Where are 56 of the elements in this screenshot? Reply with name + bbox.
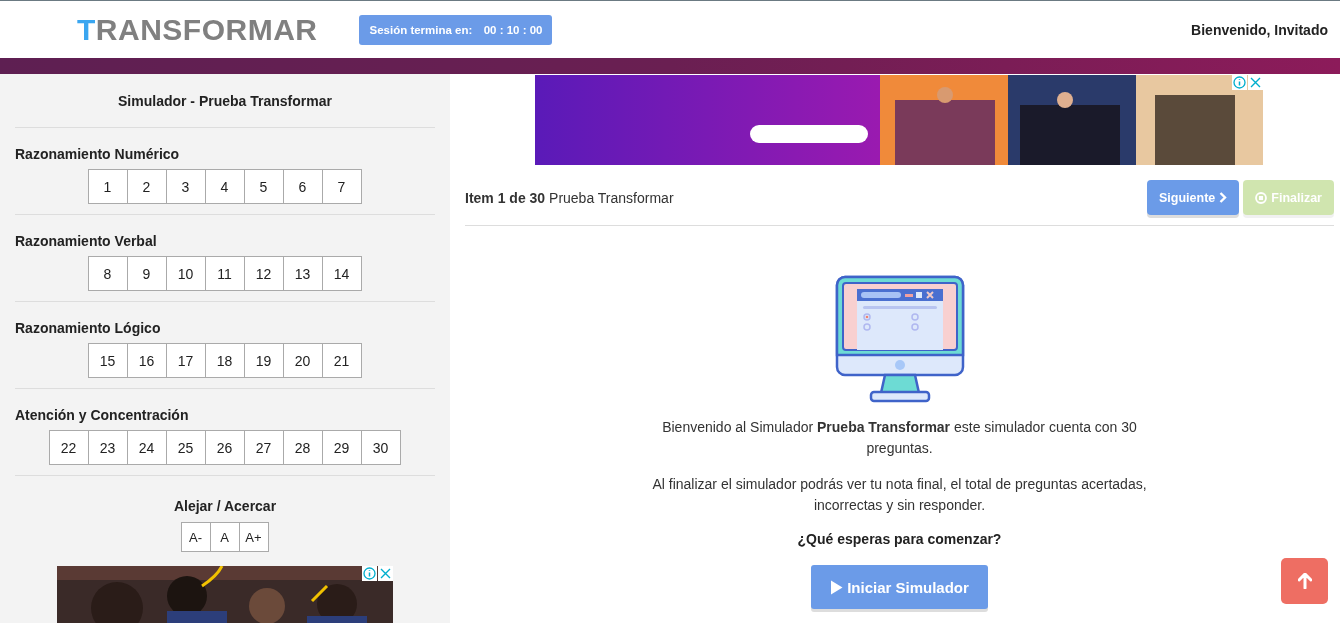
question-number-button[interactable]: 22 (48, 430, 89, 465)
question-number-button[interactable]: 5 (243, 169, 284, 204)
question-number-button[interactable]: 30 (360, 430, 401, 465)
question-text: ¿Qué esperas para comenzar? (797, 531, 1002, 547)
chevron-right-icon (1219, 192, 1228, 203)
question-number-button[interactable]: 7 (321, 169, 362, 204)
question-number-button[interactable]: 6 (282, 169, 323, 204)
section-heading: Razonamiento Numérico (15, 146, 181, 162)
stop-icon (1255, 191, 1268, 204)
info-icon[interactable] (1232, 75, 1247, 90)
session-timer: Sesión termina en: 00 : 10 : 00 (359, 14, 553, 45)
question-number-button[interactable]: 1 (87, 169, 128, 204)
intro-paragraph: Al finalizar el simulador podrás ver tu nota final, el total de preguntas acertadas, incorrectas y sin responder. (651, 475, 1148, 515)
section-heading: Razonamiento Verbal (15, 233, 158, 249)
question-number-button[interactable]: 17 (165, 343, 206, 378)
question-number-button[interactable]: 28 (282, 430, 323, 465)
logo: TRANSFORMAR (77, 12, 318, 47)
question-number-button[interactable]: 15 (87, 343, 128, 378)
question-number-button[interactable]: 21 (321, 343, 362, 378)
question-number-button[interactable]: 10 (165, 256, 206, 291)
question-number-button[interactable]: 8 (87, 256, 128, 291)
section-heading: Atención y Concentración (15, 407, 190, 423)
close-icon[interactable] (1248, 75, 1263, 90)
greeting: Bienvenido, Invitado (1191, 21, 1328, 38)
question-number-button[interactable]: 11 (204, 256, 245, 291)
play-icon (830, 579, 844, 595)
arrow-up-icon (1297, 573, 1312, 589)
question-number-button[interactable]: 24 (126, 430, 167, 465)
question-number-button[interactable]: 13 (282, 256, 323, 291)
question-number-button[interactable]: 2 (126, 169, 167, 204)
info-icon[interactable] (362, 566, 377, 581)
question-number-button[interactable]: 27 (243, 430, 284, 465)
font-size-button[interactable]: A+ (238, 522, 269, 552)
question-number-button[interactable]: 20 (282, 343, 323, 378)
sidebar-title: Simulador - Prueba Transformar (15, 74, 435, 128)
scroll-top-button[interactable] (1281, 558, 1328, 604)
section-heading: Razonamiento Lógico (15, 320, 162, 336)
computer-monitor-icon (834, 275, 965, 405)
font-size-button[interactable]: A (209, 522, 240, 552)
font-size-button[interactable]: A- (180, 522, 211, 552)
question-number-button[interactable]: 25 (165, 430, 206, 465)
question-number-button[interactable]: 29 (321, 430, 362, 465)
zoom-heading: Alejar / Acercar (172, 498, 278, 514)
question-number-button[interactable]: 3 (165, 169, 206, 204)
question-number-button[interactable]: 14 (321, 256, 362, 291)
question-number-button[interactable]: 26 (204, 430, 245, 465)
item-counter: Item 1 de 30 Prueba Transformar (465, 189, 674, 206)
question-number-button[interactable]: 23 (87, 430, 128, 465)
question-number-button[interactable]: 9 (126, 256, 167, 291)
close-icon[interactable] (378, 566, 393, 581)
question-number-button[interactable]: 19 (243, 343, 284, 378)
question-number-button[interactable]: 12 (243, 256, 284, 291)
intro-paragraph: Bienvenido al Simulador Prueba Transformar este simulador cuenta con 30 preguntas. (661, 418, 1138, 458)
question-number-button[interactable]: 4 (204, 169, 245, 204)
question-number-button[interactable]: 16 (126, 343, 167, 378)
question-number-button[interactable]: 18 (204, 343, 245, 378)
